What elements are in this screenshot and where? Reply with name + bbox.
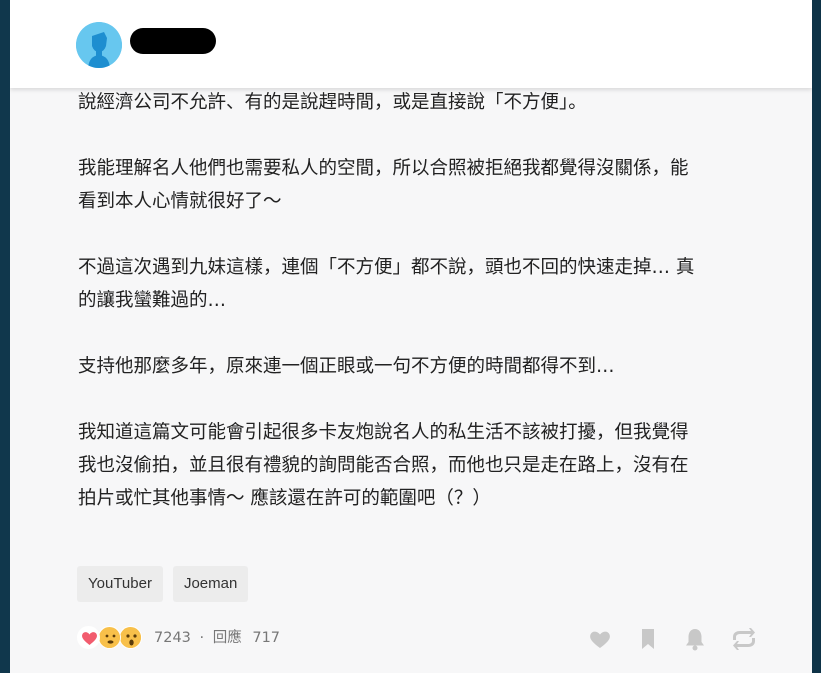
avatar[interactable] xyxy=(76,22,122,68)
post-text-line: 支持他那麼多年，原來連一個正眼或一句不方便的時間都得不到… xyxy=(78,356,615,377)
bookmark-icon[interactable] xyxy=(635,626,661,652)
author-name-redacted[interactable] xyxy=(130,28,216,54)
tag-joeman[interactable]: Joeman xyxy=(172,566,249,602)
reaction-count: 7243 xyxy=(154,630,191,646)
reaction-summary[interactable] xyxy=(77,626,152,652)
post-text-line: 我也沒偷拍，並且很有禮貌的詢問能否合照，而他也只是走在路上，沒有在 xyxy=(78,455,689,476)
post-text-line: 看到本人心情就很好了～ xyxy=(78,191,282,212)
post-footer: 7243 · 回應 717 xyxy=(77,624,767,652)
like-icon[interactable] xyxy=(587,626,613,652)
stats-separator: · xyxy=(199,630,205,646)
left-frame-edge xyxy=(0,0,10,673)
heart-reaction-icon xyxy=(77,626,100,649)
reply-label: 回應 xyxy=(212,630,242,646)
surprised-face-icon xyxy=(98,626,121,649)
post-panel: 說經濟公司不允許、有的是說趕時間，或是直接說「不方便」。我能理解名人他們也需要私… xyxy=(10,0,812,673)
post-actions xyxy=(587,626,767,652)
user-silhouette-icon xyxy=(76,22,122,68)
post-header xyxy=(10,0,812,88)
post-text-line: 我能理解名人他們也需要私人的空間，所以合照被拒絕我都覺得沒關係，能 xyxy=(78,158,689,179)
right-frame-edge xyxy=(812,0,821,673)
shocked-face-icon xyxy=(119,626,142,649)
post-text-line: 的讓我蠻難過的… xyxy=(78,290,227,311)
tag-youtuber[interactable]: YouTuber xyxy=(77,566,163,602)
tag-list: YouTuber Joeman xyxy=(77,566,249,602)
post-text-line: 拍片或忙其他事情～ 應該還在許可的範圍吧（？） xyxy=(78,488,491,509)
post-body: 說經濟公司不允許、有的是說趕時間，或是直接說「不方便」。我能理解名人他們也需要私… xyxy=(78,86,758,515)
post-text-line: 我知道這篇文可能會引起很多卡友炮說名人的私生活不該被打擾，但我覺得 xyxy=(78,422,689,443)
share-icon[interactable] xyxy=(729,626,755,652)
post-text-line: 不過這次遇到九妹這樣，連個「不方便」都不說，頭也不回的快速走掉… 真 xyxy=(78,257,695,278)
notification-bell-icon[interactable] xyxy=(682,626,708,652)
reply-count: 717 xyxy=(252,630,281,646)
post-text-line: 說經濟公司不允許、有的是說趕時間，或是直接說「不方便」。 xyxy=(78,92,587,113)
post-stats: 7243 · 回應 717 xyxy=(154,628,280,648)
